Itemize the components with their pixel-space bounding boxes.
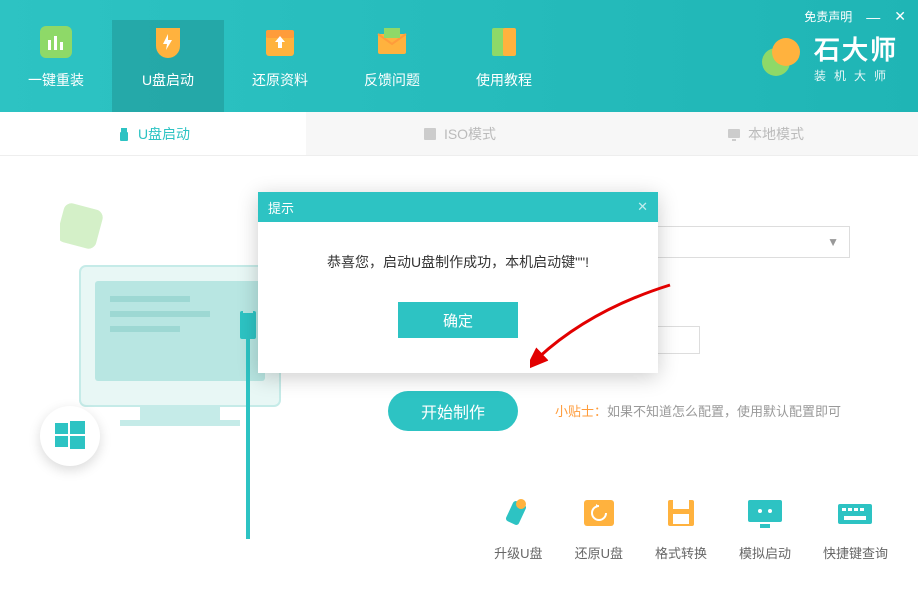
usb-cable-illustration	[238, 311, 258, 611]
success-dialog: 提示 ✕ 恭喜您，启动U盘制作成功，本机启动键""! 确定	[258, 192, 658, 373]
bar-chart-icon	[34, 20, 78, 64]
disclaimer-link[interactable]: 免责声明	[804, 8, 852, 25]
usb-upgrade-icon	[497, 496, 539, 530]
iso-icon	[422, 126, 438, 142]
subtab-label: 本地模式	[748, 124, 804, 144]
tool-hotkey[interactable]: 快捷键查询	[823, 496, 888, 562]
tip-content: 如果不知道怎么配置，使用默认配置即可	[607, 404, 841, 419]
config-dropdown[interactable]: ▼	[630, 226, 850, 258]
header: 免责声明 — ✕ 一键重装 U盘启动 还原资料 反馈问题 使用教程 石大师 装机…	[0, 0, 918, 112]
book-icon	[482, 20, 526, 64]
windows-logo	[40, 406, 100, 466]
nav-usb-boot[interactable]: U盘启动	[112, 20, 224, 112]
dialog-message: 恭喜您，启动U盘制作成功，本机启动键""!	[278, 252, 638, 272]
upload-box-icon	[258, 20, 302, 64]
dialog-title: 提示	[268, 198, 294, 217]
restore-icon	[578, 496, 620, 530]
save-icon	[660, 496, 702, 530]
window-controls: 免责声明 — ✕	[804, 8, 906, 25]
dialog-close-icon[interactable]: ✕	[637, 199, 648, 215]
subtab-label: U盘启动	[138, 124, 190, 144]
dialog-body: 恭喜您，启动U盘制作成功，本机启动键""! 确定	[258, 222, 658, 373]
tool-upgrade-usb[interactable]: 升级U盘	[494, 496, 542, 562]
tool-simulate[interactable]: 模拟启动	[739, 496, 791, 562]
bottom-toolbar: 升级U盘 还原U盘 格式转换 模拟启动 快捷键查询	[494, 496, 888, 562]
brand: 石大师 装机大师	[758, 30, 898, 84]
nav-label: 还原资料	[224, 70, 336, 90]
subtab-iso[interactable]: ISO模式	[306, 112, 612, 155]
subtab-label: ISO模式	[444, 124, 496, 144]
nav-label: U盘启动	[112, 70, 224, 90]
tool-label: 还原U盘	[575, 543, 623, 562]
tip-label: 小贴士：	[555, 404, 607, 419]
brand-title: 石大师	[814, 30, 898, 67]
nav-tutorial[interactable]: 使用教程	[448, 20, 560, 112]
mail-icon	[370, 20, 414, 64]
nav-feedback[interactable]: 反馈问题	[336, 20, 448, 112]
nav-reinstall[interactable]: 一键重装	[0, 20, 112, 112]
monitor-play-icon	[744, 496, 786, 530]
keyboard-icon	[834, 496, 876, 530]
tip-text: 小贴士：如果不知道怎么配置，使用默认配置即可	[555, 401, 841, 420]
tool-label: 升级U盘	[494, 543, 542, 562]
nav-restore[interactable]: 还原资料	[224, 20, 336, 112]
subtab-local[interactable]: 本地模式	[612, 112, 918, 155]
start-button[interactable]: 开始制作	[388, 391, 518, 431]
tool-label: 格式转换	[655, 543, 707, 562]
monitor-icon	[726, 126, 742, 142]
main-nav: 一键重装 U盘启动 还原资料 反馈问题 使用教程	[0, 0, 560, 112]
shield-icon	[146, 20, 190, 64]
tool-label: 快捷键查询	[823, 543, 888, 562]
tool-label: 模拟启动	[739, 543, 791, 562]
nav-label: 反馈问题	[336, 70, 448, 90]
tool-format[interactable]: 格式转换	[655, 496, 707, 562]
nav-label: 使用教程	[448, 70, 560, 90]
brand-subtitle: 装机大师	[814, 67, 898, 84]
dialog-header: 提示 ✕	[258, 192, 658, 222]
nav-label: 一键重装	[0, 70, 112, 90]
usb-icon	[116, 126, 132, 142]
tool-restore-usb[interactable]: 还原U盘	[575, 496, 623, 562]
sub-tabs: U盘启动 ISO模式 本地模式	[0, 112, 918, 156]
close-icon[interactable]: ✕	[894, 8, 906, 25]
chevron-down-icon: ▼	[827, 235, 839, 249]
subtab-usb[interactable]: U盘启动	[0, 112, 306, 155]
windows-icon	[53, 419, 87, 453]
brand-logo-icon	[758, 34, 804, 80]
minimize-icon[interactable]: —	[866, 9, 880, 25]
confirm-button[interactable]: 确定	[398, 302, 518, 338]
